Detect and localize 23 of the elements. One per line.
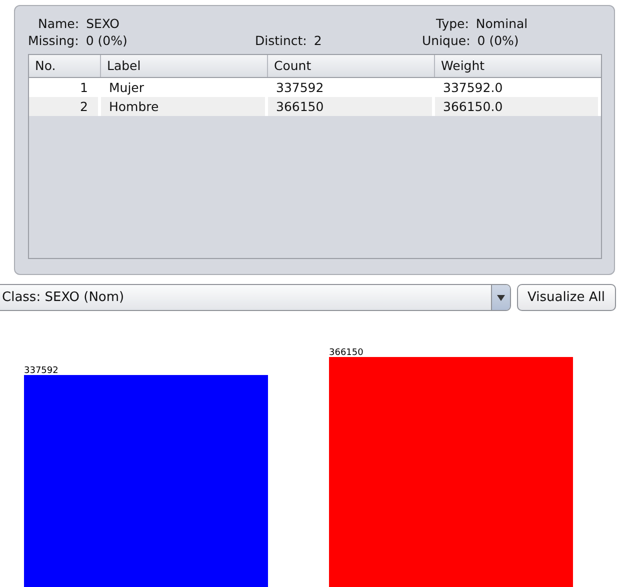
field-label: Distinct: <box>255 33 307 48</box>
field-value: 0 (0%) <box>477 33 519 48</box>
table-cell: 366150 <box>268 97 435 116</box>
column-header[interactable]: Weight <box>435 55 601 77</box>
class-dropdown[interactable]: Class: SEXO (Nom) <box>0 284 510 311</box>
column-header[interactable]: Label <box>101 55 268 77</box>
field-label: Type: <box>436 16 469 31</box>
table-cell: 2 <box>29 97 101 116</box>
table-cell: Hombre <box>101 97 268 116</box>
field-value: Nominal <box>476 16 528 31</box>
field-label: Missing: <box>28 33 79 48</box>
field-label: Name: <box>38 16 80 31</box>
column-header[interactable]: Count <box>268 55 435 77</box>
column-header[interactable]: No. <box>29 55 101 77</box>
field-value: 2 <box>314 33 322 48</box>
dropdown-arrow-icon <box>496 294 504 300</box>
bar-value-label: 337592 <box>24 366 58 376</box>
field-value: SEXO <box>86 16 120 31</box>
field-label: Unique: <box>422 33 470 48</box>
table-cell: 366150.0 <box>435 97 601 116</box>
bar-value-label: 366150 <box>329 348 364 358</box>
visualize-all-button[interactable]: Visualize All <box>516 284 616 311</box>
field-value: 0 (0%) <box>86 33 128 48</box>
